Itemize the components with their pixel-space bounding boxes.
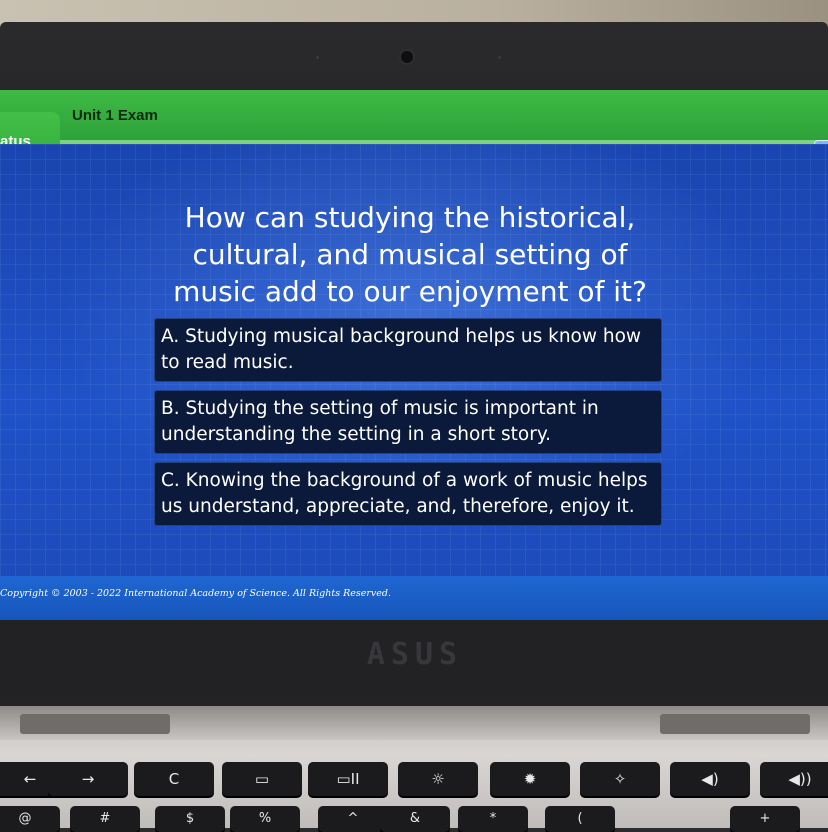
keyboard-key[interactable]: → [48, 762, 128, 796]
keyboard-key[interactable]: ✹ [490, 762, 570, 796]
copyright-text: Copyright © 2003 - 2022 International Ac… [0, 588, 391, 599]
keyboard-key[interactable]: ☼ [398, 762, 478, 796]
keyboard-key[interactable]: # [70, 806, 140, 832]
screen: Unit 1 Exam atus xam How can studying th… [0, 90, 828, 620]
page-title: Unit 1 Exam [72, 107, 158, 124]
keyboard-key[interactable]: & [380, 806, 450, 832]
keyboard-key[interactable]: ✧ [580, 762, 660, 796]
top-bar: Unit 1 Exam [0, 90, 828, 142]
keyboard-key[interactable]: % [230, 806, 300, 832]
laptop-brand-logo: ASUS [366, 637, 464, 672]
keyboard-key[interactable]: ◀) [670, 762, 750, 796]
question-area: How can studying the historical, cultura… [0, 144, 828, 576]
keyboard-key[interactable]: ^ [318, 806, 388, 832]
keyboard-key[interactable]: * [458, 806, 528, 832]
answer-option-c[interactable]: C. Knowing the background of a work of m… [154, 462, 662, 526]
webcam-icon [401, 51, 413, 63]
keyboard-key[interactable]: C [134, 762, 214, 796]
footer-bar: Copyright © 2003 - 2022 International Ac… [0, 576, 828, 620]
keyboard-key[interactable]: ▭ [222, 762, 302, 796]
hinge-slot [20, 714, 170, 734]
sensor-dot [498, 56, 501, 59]
keyboard-key[interactable]: ◀)) [760, 762, 828, 796]
answer-option-a[interactable]: A. Studying musical background helps us … [154, 318, 662, 382]
answer-option-b[interactable]: B. Studying the setting of music is impo… [154, 390, 662, 454]
hinge-slot [660, 714, 810, 734]
keyboard-key[interactable]: $ [155, 806, 225, 832]
keyboard-key[interactable]: + [730, 806, 800, 832]
keyboard-key[interactable]: ( [545, 806, 615, 832]
keyboard-key[interactable]: ▭II [308, 762, 388, 796]
question-text: How can studying the historical, cultura… [173, 201, 647, 308]
keyboard-key[interactable]: @ [0, 806, 60, 832]
sensor-dot [316, 56, 319, 59]
